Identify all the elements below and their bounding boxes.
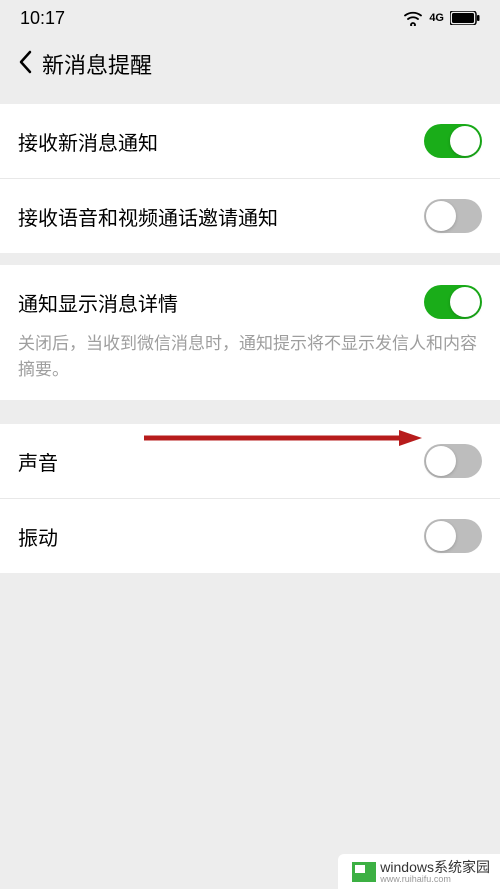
page-title: 新消息提醒	[42, 48, 152, 80]
sound-toggle[interactable]	[424, 444, 482, 478]
page-header: 新消息提醒	[0, 36, 500, 92]
watermark-sub-text: www.ruihaifu.com	[380, 875, 490, 885]
back-icon[interactable]	[18, 50, 32, 79]
settings-group-3: 声音 振动	[0, 424, 500, 573]
show-details-label: 通知显示消息详情	[18, 288, 178, 317]
vibrate-toggle[interactable]	[424, 519, 482, 553]
show-details-description: 关闭后，当收到微信消息时，通知提示将不显示发信人和内容摘要。	[0, 331, 500, 400]
vibrate-row: 振动	[0, 499, 500, 573]
show-details-row: 通知显示消息详情	[0, 265, 500, 331]
status-time: 10:17	[20, 8, 65, 29]
watermark: windows系统家园 www.ruihaifu.com	[338, 854, 500, 889]
receive-new-message-row: 接收新消息通知	[0, 104, 500, 179]
settings-group-2: 通知显示消息详情 关闭后，当收到微信消息时，通知提示将不显示发信人和内容摘要。	[0, 265, 500, 400]
vibrate-label: 振动	[18, 522, 58, 551]
signal-icon: 4G	[429, 12, 444, 24]
receive-new-message-label: 接收新消息通知	[18, 127, 158, 156]
receive-new-message-toggle[interactable]	[424, 124, 482, 158]
sound-row: 声音	[0, 424, 500, 499]
watermark-logo-icon	[352, 862, 376, 882]
battery-icon	[450, 11, 480, 25]
receive-voice-video-toggle[interactable]	[424, 199, 482, 233]
settings-group-1: 接收新消息通知 接收语音和视频通话邀请通知	[0, 104, 500, 253]
status-bar: 10:17 4G	[0, 0, 500, 36]
wifi-icon	[403, 10, 423, 26]
status-icons: 4G	[403, 10, 480, 26]
sound-label: 声音	[18, 447, 58, 476]
receive-voice-video-label: 接收语音和视频通话邀请通知	[18, 202, 278, 231]
watermark-main-text: windows系统家园	[380, 860, 490, 875]
show-details-toggle[interactable]	[424, 285, 482, 319]
receive-voice-video-row: 接收语音和视频通话邀请通知	[0, 179, 500, 253]
